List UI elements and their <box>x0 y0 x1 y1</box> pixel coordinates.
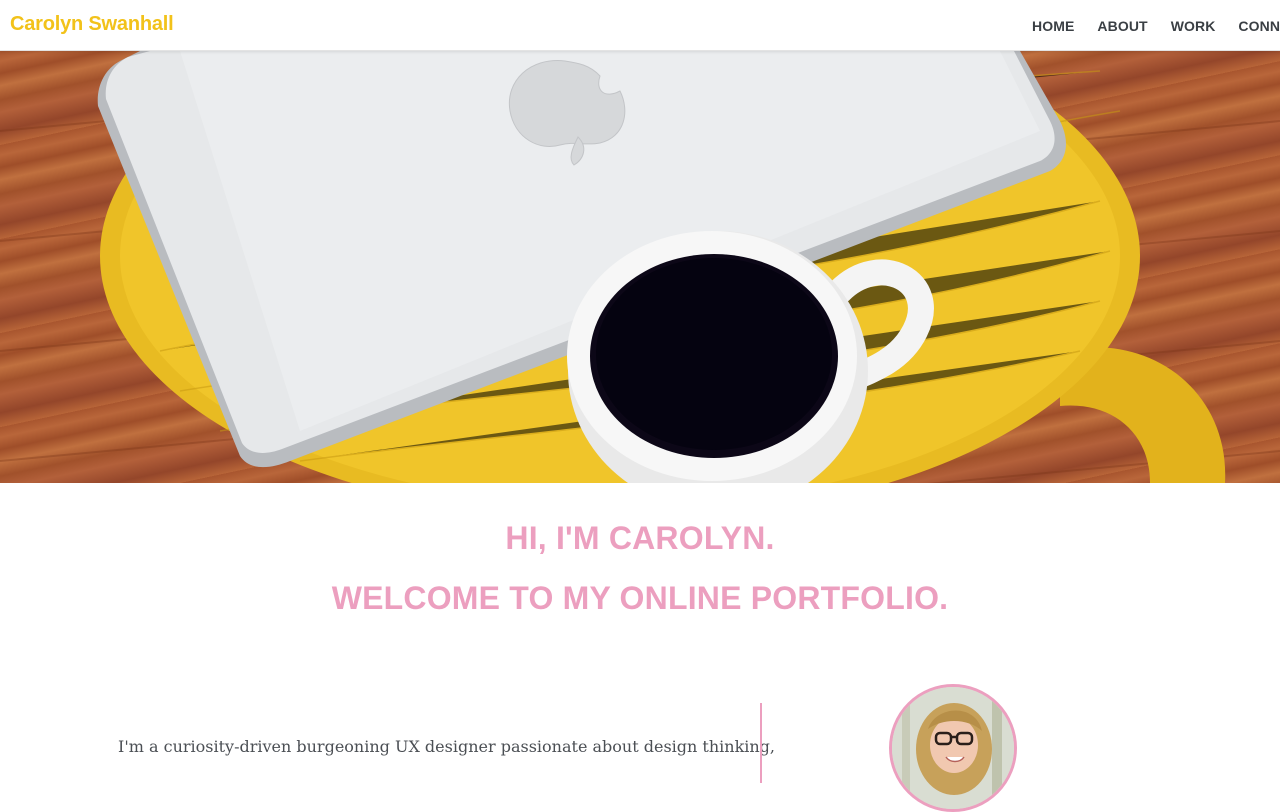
profile-avatar <box>889 684 1017 812</box>
hero-image <box>0 51 1280 483</box>
hero-subheadline: WELCOME TO MY ONLINE PORTFOLIO. <box>331 580 949 616</box>
hero-headline: HI, I'M CAROLYN. <box>505 520 775 556</box>
brand-logo-link[interactable]: Carolyn Swanhall <box>10 13 174 36</box>
intro-paragraph: I'm a curiosity-driven burgeoning UX des… <box>118 737 776 756</box>
nav-link-about[interactable]: ABOUT <box>1097 18 1147 34</box>
top-navbar: Carolyn Swanhall HOME ABOUT WORK CONNECT <box>0 0 1280 51</box>
main-menu: HOME ABOUT WORK CONNECT <box>1032 18 1280 34</box>
nav-link-work[interactable]: WORK <box>1171 18 1216 34</box>
profile-photo <box>892 687 1014 809</box>
nav-link-connect[interactable]: CONNECT <box>1238 18 1280 34</box>
hero-illustration <box>0 51 1280 483</box>
section-divider <box>760 703 762 783</box>
nav-link-home[interactable]: HOME <box>1032 18 1074 34</box>
